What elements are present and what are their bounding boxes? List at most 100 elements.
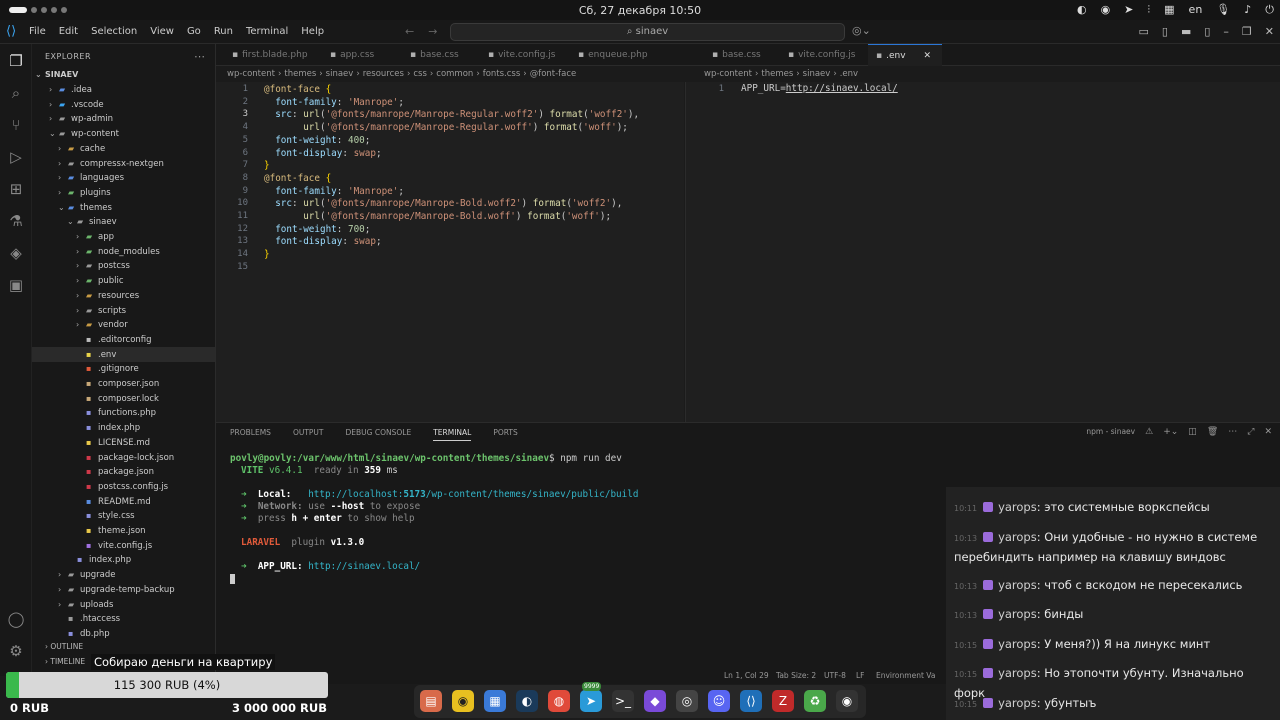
minimize-icon[interactable]: – bbox=[1223, 25, 1229, 38]
breadcrumb-item[interactable]: .env bbox=[840, 69, 858, 79]
tree-folder[interactable]: ⌄ ▰ sinaev bbox=[32, 214, 215, 229]
menu-item[interactable]: Go bbox=[187, 26, 201, 37]
tree-folder[interactable]: › ▰ .idea bbox=[32, 82, 215, 97]
menu-item[interactable]: File bbox=[29, 26, 46, 37]
close-tab-icon[interactable]: ✕ bbox=[924, 51, 932, 61]
editor-tab[interactable]: ▪ .env ✕ bbox=[868, 44, 942, 66]
more-actions-icon[interactable]: ⋯ bbox=[194, 50, 205, 63]
split-terminal-icon[interactable]: ◫ bbox=[1188, 427, 1197, 437]
tree-folder[interactable]: › ▰ app bbox=[32, 229, 215, 244]
tree-folder[interactable]: › ▰ vendor bbox=[32, 317, 215, 332]
toggle-sidebar-icon[interactable]: ▯ bbox=[1162, 25, 1168, 38]
toggle-secondary-icon[interactable]: ▯ bbox=[1204, 25, 1210, 38]
vscode-dock-icon[interactable]: ⟨⟩ bbox=[740, 690, 762, 712]
breadcrumb-item[interactable]: themes bbox=[761, 69, 793, 79]
panel-tab[interactable]: OUTPUT bbox=[293, 428, 324, 441]
breadcrumb-item[interactable]: themes bbox=[284, 69, 316, 79]
extensions-icon[interactable]: ⊞ bbox=[7, 180, 25, 198]
breadcrumb-item[interactable]: sinaev bbox=[803, 69, 831, 79]
restore-icon[interactable]: ❐ bbox=[1242, 25, 1252, 38]
run-debug-icon[interactable]: ▷ bbox=[7, 148, 25, 166]
tree-folder[interactable]: › ▰ wp-admin bbox=[32, 111, 215, 126]
tree-folder[interactable]: › ▰ plugins bbox=[32, 185, 215, 200]
tree-folder[interactable]: › ▰ node_modules bbox=[32, 244, 215, 259]
explorer-icon[interactable]: ❐ bbox=[7, 52, 25, 70]
rhythmbox-icon[interactable]: ◉ bbox=[452, 690, 474, 712]
sync-icon[interactable]: ◉ bbox=[1101, 3, 1111, 17]
tree-file[interactable]: ▪ postcss.config.js bbox=[32, 479, 215, 494]
tree-file[interactable]: ▪ index.php bbox=[32, 552, 215, 567]
tree-file[interactable]: ▪ composer.json bbox=[32, 376, 215, 391]
docker-icon[interactable]: ▣ bbox=[7, 276, 25, 294]
source-control-icon[interactable]: ⑂ bbox=[7, 116, 25, 134]
steam-tray-icon[interactable]: ◐ bbox=[1077, 3, 1087, 17]
steam-icon[interactable]: ◐ bbox=[516, 690, 538, 712]
tree-file[interactable]: ▪ .env bbox=[32, 346, 215, 362]
menu-item[interactable]: View bbox=[150, 26, 174, 37]
breadcrumb-item[interactable]: @font-face bbox=[530, 69, 577, 79]
tree-file[interactable]: ▪ LICENSE.md bbox=[32, 435, 215, 450]
language-indicator[interactable]: en bbox=[1189, 3, 1203, 17]
close-icon[interactable]: ✕ bbox=[1265, 25, 1274, 38]
local-url-b[interactable]: /wp-content/themes/sinaev/public/build bbox=[426, 489, 639, 500]
power-icon[interactable]: ⏻ bbox=[1265, 3, 1274, 17]
eol[interactable]: LF bbox=[856, 671, 865, 680]
breadcrumb-item[interactable]: resources bbox=[363, 69, 404, 79]
editor-tab[interactable]: ▪ vite.config.js bbox=[780, 44, 862, 66]
tree-file[interactable]: ▪ .gitignore bbox=[32, 361, 215, 376]
menu-item[interactable]: Edit bbox=[59, 26, 78, 37]
tree-folder[interactable]: › ▰ upgrade bbox=[32, 567, 215, 582]
menu-item[interactable]: Selection bbox=[91, 26, 137, 37]
panel-tab[interactable]: DEBUG CONSOLE bbox=[346, 428, 412, 441]
discord-icon[interactable]: ☺ bbox=[708, 690, 730, 712]
files-icon[interactable]: ▤ bbox=[420, 690, 442, 712]
equalizer-icon[interactable]: ⫶ bbox=[1147, 3, 1150, 17]
tab-size[interactable]: Tab Size: 2 bbox=[776, 671, 816, 680]
tree-file[interactable]: ▪ theme.json bbox=[32, 523, 215, 538]
tree-file[interactable]: ▪ composer.lock bbox=[32, 391, 215, 406]
telegram-icon[interactable]: ➤ 9999 bbox=[580, 682, 602, 712]
panel-tab[interactable]: PROBLEMS bbox=[230, 428, 271, 441]
menu-item[interactable]: Help bbox=[301, 26, 324, 37]
calendar-icon[interactable]: ▦ bbox=[1164, 3, 1174, 17]
tree-file[interactable]: ▪ package.json bbox=[32, 464, 215, 479]
microphone-icon[interactable]: 🎙 bbox=[1216, 3, 1230, 17]
text-editor-icon[interactable]: ▦ bbox=[484, 690, 506, 712]
obs-icon[interactable]: ◉ bbox=[836, 690, 858, 712]
tree-folder[interactable]: › ▰ upgrade-temp-backup bbox=[32, 582, 215, 597]
obsidian-icon[interactable]: ◆ bbox=[644, 690, 666, 712]
ubuntu-icon[interactable]: ◎ bbox=[676, 690, 698, 712]
copilot-icon[interactable]: ◎⌄ bbox=[852, 24, 871, 37]
tree-folder[interactable]: ⌄ ▰ themes bbox=[32, 200, 215, 215]
editor-tab[interactable]: ▪ base.css bbox=[402, 44, 474, 66]
editor-tab[interactable]: ▪ first.blade.php bbox=[224, 44, 316, 66]
tree-folder[interactable]: › ▰ postcss bbox=[32, 258, 215, 273]
volume-icon[interactable]: ♪ bbox=[1244, 3, 1251, 17]
tree-folder[interactable]: › ▰ compressx-nextgen bbox=[32, 156, 215, 171]
explorer-root[interactable]: ⌄ SINAEV bbox=[32, 67, 215, 82]
breadcrumb-item[interactable]: css bbox=[413, 69, 427, 79]
editor-tab[interactable]: ▪ base.css bbox=[704, 44, 774, 66]
tree-folder[interactable]: › ▰ public bbox=[32, 273, 215, 288]
layout-icon[interactable]: ▭ bbox=[1138, 25, 1148, 38]
trash-icon[interactable]: 🗑 bbox=[1207, 427, 1218, 437]
app-url-value[interactable]: http://sinaev.local/ bbox=[308, 561, 420, 572]
terminal-name[interactable]: npm - sinaev bbox=[1086, 427, 1135, 437]
env-status[interactable]: Environment Va bbox=[876, 671, 935, 680]
tree-file[interactable]: ▪ vite.config.js bbox=[32, 538, 215, 553]
chrome-icon[interactable]: ◍ bbox=[548, 690, 570, 712]
breadcrumb-item[interactable]: wp-content bbox=[704, 69, 752, 79]
tree-folder[interactable]: › ▰ .vscode bbox=[32, 97, 215, 112]
toggle-panel-icon[interactable]: ▬ bbox=[1181, 25, 1191, 38]
tree-file[interactable]: ▪ .editorconfig bbox=[32, 332, 215, 347]
tree-file[interactable]: ▪ style.css bbox=[32, 508, 215, 523]
panel-tab[interactable]: TERMINAL bbox=[433, 428, 472, 441]
menu-item[interactable]: Terminal bbox=[246, 26, 288, 37]
tree-folder[interactable]: › ▰ scripts bbox=[32, 303, 215, 318]
telegram-tray-icon[interactable]: ➤ bbox=[1124, 3, 1133, 17]
local-port[interactable]: 5173 bbox=[403, 489, 425, 500]
tree-file[interactable]: ▪ package-lock.json bbox=[32, 450, 215, 465]
editor-tab[interactable]: ▪ enqueue.php bbox=[570, 44, 664, 66]
tree-folder[interactable]: › ▰ uploads bbox=[32, 597, 215, 612]
testing-icon[interactable]: ⚗ bbox=[7, 212, 25, 230]
